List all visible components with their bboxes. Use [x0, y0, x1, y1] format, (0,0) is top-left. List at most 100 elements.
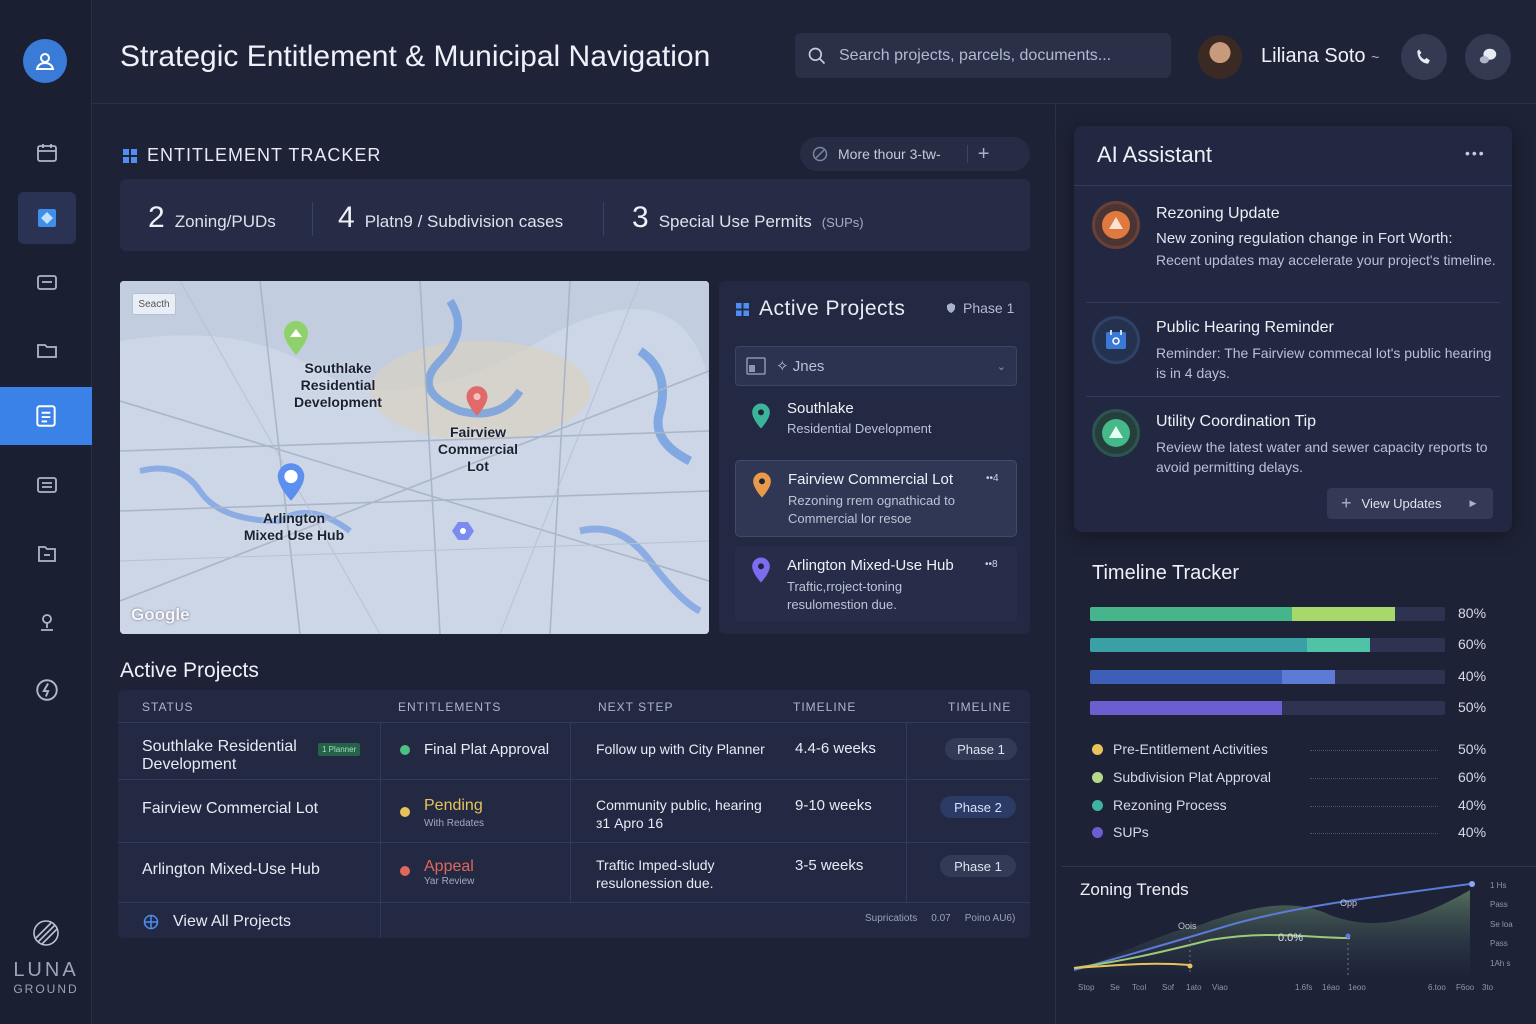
map-icon[interactable]	[18, 192, 76, 244]
ai-item-title: Public Hearing Reminder	[1156, 319, 1334, 336]
view-updates-button[interactable]: + View Updates ▶	[1327, 488, 1493, 519]
ai-item-desc: Reminder: The Fairview commecal lot's pu…	[1156, 345, 1492, 381]
documents-icon[interactable]	[0, 387, 92, 445]
y-tick: Pass	[1490, 900, 1508, 909]
chat-button[interactable]	[1465, 34, 1511, 80]
footer-meta-item: Supricatiots	[865, 913, 918, 924]
trend-area	[1074, 890, 1470, 975]
status-dot	[400, 866, 410, 876]
project-card-title: Arlington Mixed-Use Hub	[787, 557, 954, 574]
row-project-name: Fairview Commercial Lot	[142, 800, 319, 817]
calendar-icon[interactable]	[18, 127, 76, 179]
timeline-bar	[1090, 638, 1445, 652]
status-dot	[400, 807, 410, 817]
phase-indicator[interactable]: Phase 1	[945, 300, 1014, 316]
stat-number: 4	[338, 201, 355, 234]
zoning-trends-chart: Oois Opp 0.0% 1 Hs Pass Se loa Pass 1Ah …	[1073, 881, 1513, 992]
legend-percent: 40%	[1458, 797, 1487, 813]
brand-logo: LUNA GROUND	[0, 918, 92, 996]
map-search-box[interactable]: Seacth	[132, 293, 176, 315]
x-tick: 1eoo	[1348, 983, 1366, 992]
project-card-arlington[interactable]: Arlington Mixed-Use Hub ••8 Traftic,rroj…	[735, 546, 1017, 622]
tracker-filter[interactable]: More thour 3-tw- +	[800, 137, 1030, 171]
item-divider	[1086, 396, 1500, 397]
phone-button[interactable]	[1401, 34, 1447, 80]
phase-badge[interactable]: Phase 2	[940, 796, 1016, 818]
column-header[interactable]: STATUS	[142, 700, 194, 714]
row-timeline: 4.4-6 weeks	[795, 740, 876, 757]
map-pin-icon[interactable]	[273, 461, 309, 503]
legend-leader	[1310, 778, 1438, 779]
ai-item-rezoning[interactable]: Rezoning Update New zoning regulation ch…	[1085, 196, 1503, 296]
user-menu[interactable]: Liliana Soto ~	[1261, 45, 1379, 68]
brand-subname: GROUND	[13, 982, 79, 996]
timeline-bar-percent: 50%	[1458, 699, 1487, 715]
view-all-projects-label: View All Projects	[173, 913, 291, 930]
list-icon[interactable]	[18, 459, 76, 511]
account-icon[interactable]	[23, 39, 67, 83]
column-header[interactable]: TIMELINE	[793, 700, 856, 714]
stat-sups[interactable]: 3 Special Use Permits (SUPs)	[632, 201, 864, 235]
table-footer-meta: Supricatiots 0.07 Poino AU6)	[865, 913, 1015, 924]
stat-sub: (SUPs)	[821, 215, 864, 230]
row-entitlement: Pending	[424, 797, 483, 814]
view-all-projects-link[interactable]: View All Projects	[143, 913, 291, 931]
pin-icon	[752, 403, 770, 429]
project-card-desc: Traftic,rroject-toning resulomestion due…	[787, 579, 903, 612]
timeline-bar-percent: 60%	[1458, 636, 1487, 652]
ai-item-desc: Recent updates may accelerate your proje…	[1156, 252, 1496, 268]
column-separator	[1055, 104, 1056, 1024]
map-background	[120, 281, 709, 634]
add-icon[interactable]: +	[978, 143, 990, 166]
map-label-southlake: Southlake Residential Development	[294, 360, 382, 410]
ai-item-title: Rezoning Update	[1156, 205, 1280, 222]
stat-label: Special Use Permits	[658, 212, 812, 231]
map-marker-icon[interactable]	[450, 520, 476, 542]
avatar[interactable]	[1198, 35, 1242, 79]
column-header[interactable]: NEXT STEP	[598, 700, 673, 714]
chevron-right-icon: ▶	[1469, 498, 1477, 508]
phase-badge[interactable]: Phase 1	[945, 738, 1017, 760]
legend-leader	[1310, 806, 1438, 807]
search-bar[interactable]	[795, 33, 1171, 78]
stat-divider	[312, 202, 313, 236]
alert-icon	[1092, 201, 1140, 249]
folder-icon[interactable]	[18, 324, 76, 376]
stat-subdivision[interactable]: 4 Platn9 / Subdivision cases	[338, 201, 563, 235]
legend-label: Subdivision Plat Approval	[1113, 769, 1271, 785]
panel-divider	[1074, 185, 1512, 186]
project-map[interactable]: Seacth Southlake Residential Development F…	[120, 281, 709, 634]
view-updates-label: View Updates	[1361, 496, 1442, 511]
chat-bubble-icon	[1479, 48, 1497, 64]
project-card-southlake[interactable]: Southlake Residential Development	[735, 392, 1017, 452]
map-pin-icon[interactable]	[280, 319, 312, 357]
footer-meta-item: 0.07	[931, 913, 951, 924]
ai-item-utility[interactable]: Utility Coordination Tip Review the late…	[1085, 404, 1503, 484]
timeline-bar-segment	[1292, 607, 1396, 621]
phase-badge[interactable]: Phase 1	[940, 855, 1016, 877]
ai-item-public-hearing[interactable]: Public Hearing Reminder Reminder: The Fa…	[1085, 310, 1503, 392]
row-tag: 1 Planner	[318, 743, 361, 756]
more-options-icon[interactable]: •••	[1465, 145, 1486, 161]
map-pin-icon[interactable]	[463, 384, 491, 418]
pin-icon	[752, 557, 770, 583]
monitor-icon[interactable]	[18, 257, 76, 309]
project-card-desc: Residential Development	[787, 421, 932, 436]
trend-label: Opp	[1340, 898, 1357, 908]
project-select[interactable]: ✧ Jnes ⌄	[735, 346, 1017, 386]
phase-label: Phase 1	[963, 300, 1015, 316]
search-input[interactable]	[839, 46, 1149, 65]
archive-icon[interactable]	[18, 527, 76, 579]
location-icon[interactable]	[18, 596, 76, 648]
x-tick: Se	[1110, 983, 1120, 992]
active-projects-title: Active Projects	[759, 297, 906, 320]
legend-label: Rezoning Process	[1113, 797, 1227, 813]
globe-icon	[143, 914, 159, 930]
legend-dot	[1092, 799, 1103, 811]
column-header[interactable]: ENTITLEMENTS	[398, 700, 501, 714]
column-header[interactable]: TIMELINE	[948, 700, 1011, 714]
stat-zoning[interactable]: 2 Zoning/PUDs	[148, 201, 276, 235]
project-card-fairview[interactable]: Fairview Commercial Lot ••4 Rezoning rre…	[735, 460, 1017, 537]
power-icon[interactable]	[18, 664, 76, 716]
select-value: ✧ Jnes	[776, 357, 987, 375]
